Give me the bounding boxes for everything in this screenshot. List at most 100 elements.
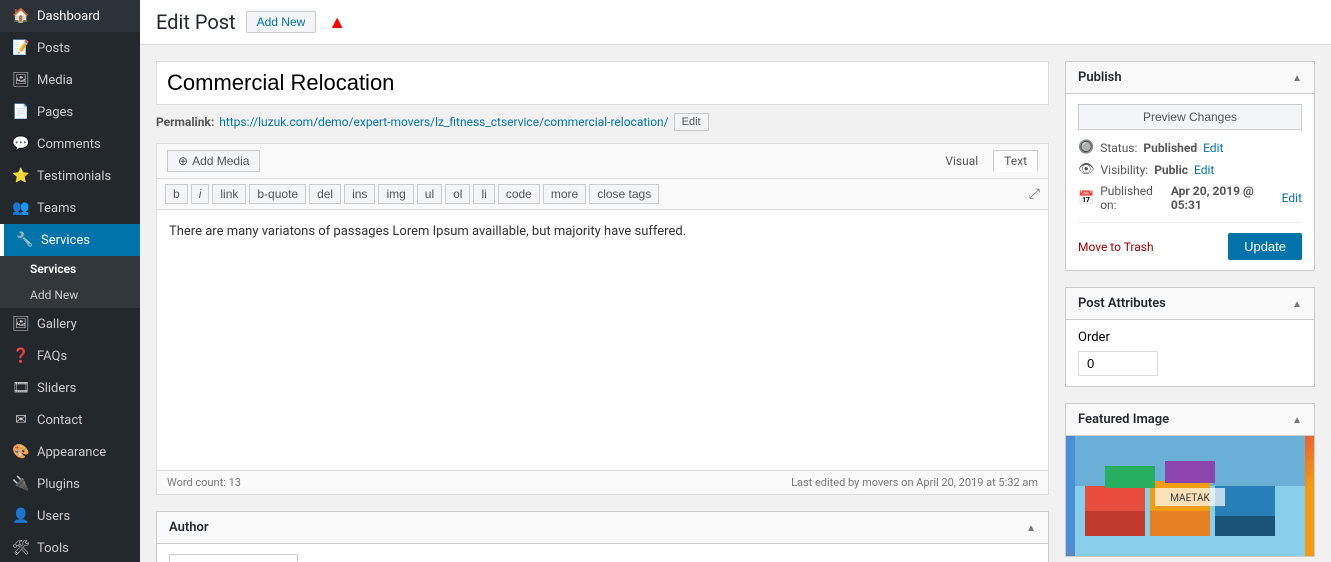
contact-icon: ✉ <box>12 412 30 428</box>
dashboard-icon: 🏠 <box>12 8 30 24</box>
comments-icon: 💬 <box>12 136 30 152</box>
sidebar: 🏠 Dashboard 📝 Posts 🖼 Media 📄 Pages 💬 Co… <box>0 0 140 562</box>
services-icon: 🔧 <box>16 232 34 248</box>
svg-text:MAETAK: MAETAK <box>1170 493 1210 504</box>
toolbar-li[interactable]: li <box>473 184 494 204</box>
last-edited: Last edited by movers on April 20, 2019 … <box>791 476 1038 489</box>
update-button[interactable]: Update <box>1228 233 1302 260</box>
editor-view-tabs: Visual Text <box>934 150 1038 172</box>
featured-image-header[interactable]: Featured Image <box>1066 404 1314 436</box>
featured-image-body: MAETAK <box>1066 436 1314 556</box>
toolbar-bold[interactable]: b <box>165 184 188 204</box>
toolbar-del[interactable]: del <box>309 184 341 204</box>
sidebar-item-comments[interactable]: 💬 Comments <box>0 128 140 160</box>
featured-image-collapse-icon <box>1292 412 1302 427</box>
author-box-header[interactable]: Author <box>157 512 1048 544</box>
toolbar-bquote[interactable]: b-quote <box>249 184 306 204</box>
attributes-collapse-icon <box>1292 296 1302 311</box>
featured-image-thumbnail[interactable]: MAETAK <box>1066 436 1314 556</box>
publish-actions: Move to Trash Update <box>1078 222 1302 260</box>
add-new-button[interactable]: Add New <box>246 11 317 33</box>
permalink-row: Permalink: https://luzuk.com/demo/expert… <box>156 113 1049 131</box>
visibility-edit-link[interactable]: Edit <box>1194 163 1214 177</box>
sidebar-item-contact[interactable]: ✉ Contact <box>0 404 140 436</box>
toolbar-ol[interactable]: ol <box>445 184 470 204</box>
add-media-button[interactable]: ⊕ Add Media <box>167 150 260 172</box>
sidebar-item-media[interactable]: 🖼 Media <box>0 64 140 96</box>
preview-changes-button[interactable]: Preview Changes <box>1078 104 1302 130</box>
editor-column: Permalink: https://luzuk.com/demo/expert… <box>156 61 1049 562</box>
order-input[interactable] <box>1078 351 1158 376</box>
status-icon: 🔘 <box>1078 140 1094 155</box>
sidebar-subitem-add-new[interactable]: Add New <box>0 282 140 308</box>
tools-icon: 🛠 <box>12 540 30 556</box>
gallery-icon: 🖼 <box>12 316 30 332</box>
order-label: Order <box>1078 330 1110 345</box>
appearance-icon: 🎨 <box>12 444 30 460</box>
toolbar-ul[interactable]: ul <box>417 184 442 204</box>
teams-icon: 👥 <box>12 200 30 216</box>
status-row: 🔘 Status: Published Edit <box>1078 140 1302 155</box>
page-title: Edit Post <box>156 10 236 34</box>
text-tab[interactable]: Text <box>993 150 1038 172</box>
toolbar-code[interactable]: code <box>498 184 540 204</box>
publish-box-body: Preview Changes 🔘 Status: Published Edit… <box>1066 94 1314 270</box>
posts-icon: 📝 <box>12 40 30 56</box>
editor-footer: Word count: 13 Last edited by movers on … <box>157 470 1048 494</box>
permalink-label: Permalink: <box>156 115 214 129</box>
editor-top-bar: ⊕ Add Media Visual Text <box>157 144 1048 179</box>
sidebar-item-users[interactable]: 👤 Users <box>0 500 140 532</box>
toolbar-close-tags[interactable]: close tags <box>589 184 659 204</box>
toolbar-img[interactable]: img <box>378 184 413 204</box>
arrow-indicator: ▲ <box>328 12 346 33</box>
toolbar-link[interactable]: link <box>212 184 246 204</box>
sidebar-item-sliders[interactable]: 🎞 Sliders <box>0 372 140 404</box>
publish-collapse-icon <box>1292 70 1302 85</box>
published-edit-link[interactable]: Edit <box>1282 191 1302 205</box>
sidebar-item-appearance[interactable]: 🎨 Appearance <box>0 436 140 468</box>
toolbar-ins[interactable]: ins <box>344 184 375 204</box>
visual-tab[interactable]: Visual <box>934 150 989 172</box>
sliders-icon: 🎞 <box>12 380 30 396</box>
calendar-icon: 📅 <box>1078 191 1094 206</box>
author-box: Author movers (movers) <box>156 511 1049 562</box>
visibility-icon: 👁 <box>1078 162 1095 177</box>
sidebar-item-services[interactable]: 🔧 Services <box>0 224 140 256</box>
publish-box: Publish Preview Changes 🔘 Status: Publis… <box>1065 61 1315 271</box>
testimonials-icon: ⭐ <box>12 168 30 184</box>
post-attributes-box: Post Attributes Order <box>1065 287 1315 387</box>
author-box-body: movers (movers) <box>157 544 1048 562</box>
sidebar-item-posts[interactable]: 📝 Posts <box>0 32 140 64</box>
permalink-edit-btn[interactable]: Edit <box>674 113 709 131</box>
status-edit-link[interactable]: Edit <box>1203 141 1223 155</box>
sidebar-item-plugins[interactable]: 🔌 Plugins <box>0 468 140 500</box>
post-title-input[interactable] <box>156 61 1049 105</box>
permalink-link[interactable]: https://luzuk.com/demo/expert-movers/lz_… <box>219 115 668 129</box>
word-count: Word count: 13 <box>167 476 241 489</box>
main-content: Edit Post Add New ▲ Permalink: https://l… <box>140 0 1331 562</box>
sidebar-item-pages[interactable]: 📄 Pages <box>0 96 140 128</box>
media-icon: 🖼 <box>12 72 30 88</box>
toolbar-more[interactable]: more <box>543 184 586 204</box>
publish-box-header[interactable]: Publish <box>1066 62 1314 94</box>
toolbar-italic[interactable]: i <box>191 184 210 204</box>
sidebar-column: Publish Preview Changes 🔘 Status: Publis… <box>1065 61 1315 562</box>
sidebar-item-faqs[interactable]: ❓ FAQs <box>0 340 140 372</box>
author-collapse-icon <box>1026 520 1036 535</box>
editor-box: ⊕ Add Media Visual Text b i link b-quote… <box>156 143 1049 495</box>
sidebar-item-dashboard[interactable]: 🏠 Dashboard <box>0 0 140 32</box>
editor-content[interactable]: There are many variatons of passages Lor… <box>157 210 1048 470</box>
sidebar-subitem-services[interactable]: Services <box>0 256 140 282</box>
visibility-row: 👁 Visibility: Public Edit <box>1078 162 1302 177</box>
published-row: 📅 Published on: Apr 20, 2019 @ 05:31 Edi… <box>1078 184 1302 212</box>
sidebar-item-teams[interactable]: 👥 Teams <box>0 192 140 224</box>
sidebar-item-tools[interactable]: 🛠 Tools <box>0 532 140 562</box>
editor-toolbar: b i link b-quote del ins img ul ol li co… <box>157 179 1048 210</box>
sidebar-item-testimonials[interactable]: ⭐ Testimonials <box>0 160 140 192</box>
sidebar-item-gallery[interactable]: 🖼 Gallery <box>0 308 140 340</box>
author-select[interactable]: movers (movers) <box>169 554 298 562</box>
move-to-trash-link[interactable]: Move to Trash <box>1078 240 1154 254</box>
services-submenu: Services Add New <box>0 256 140 308</box>
post-attributes-header[interactable]: Post Attributes <box>1066 288 1314 320</box>
expand-icon[interactable]: ⤢ <box>1029 186 1040 202</box>
